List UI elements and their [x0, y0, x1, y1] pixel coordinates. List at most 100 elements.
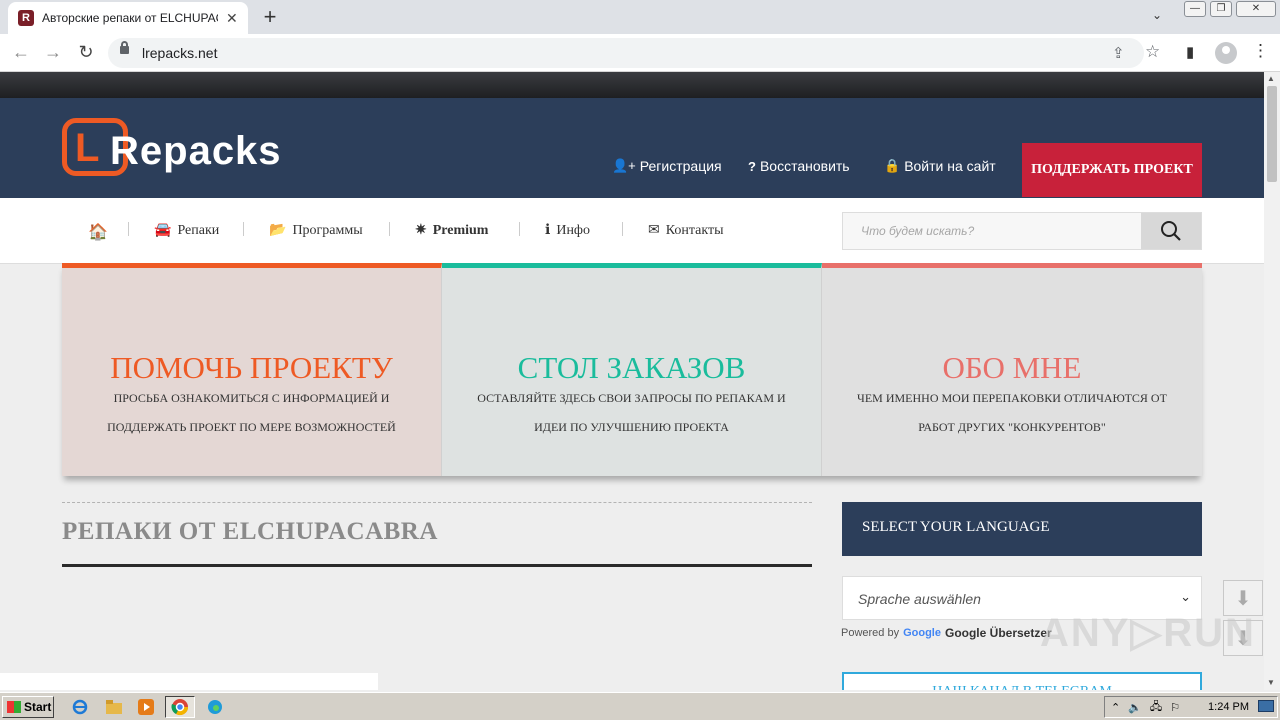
edge-icon[interactable] — [203, 696, 227, 718]
login-link[interactable]: 🔒 Войти на сайт — [884, 158, 996, 174]
bookmark-star-icon[interactable]: ☆ — [1145, 42, 1160, 62]
flag-icon[interactable]: ⚐ — [1170, 701, 1180, 714]
search-button[interactable] — [1141, 213, 1201, 249]
browser-toolbar: ← → ↻ lrepacks.net ⇪ ☆ ▮ ⋮ — [0, 34, 1280, 72]
site-search — [842, 212, 1202, 250]
tab-close-icon[interactable]: ✕ — [226, 10, 238, 27]
nav-programs[interactable]: 📂 Программы — [269, 222, 363, 239]
nav-divider — [243, 222, 244, 236]
tray-expand-icon[interactable]: ⌃ — [1111, 701, 1120, 714]
new-tab-button[interactable]: + — [258, 5, 282, 29]
section-underline — [62, 564, 812, 567]
logo-mark-letter: L — [75, 126, 100, 170]
logo-text: Repacks — [110, 128, 282, 173]
restore-button[interactable]: ❐ — [1210, 1, 1232, 17]
file-explorer-icon[interactable] — [102, 696, 126, 718]
translator-link[interactable]: Google Übersetzer — [945, 626, 1052, 640]
anyrun-watermark: ANY▷RUN — [1040, 611, 1256, 655]
minimize-button[interactable]: — — [1184, 1, 1206, 17]
web-page: L Repacks 👤+ Регистрация ? Восстановить … — [0, 72, 1264, 690]
envelope-icon: ✉ — [648, 223, 660, 238]
nav-divider — [622, 222, 623, 236]
side-panel-icon[interactable]: ▮ — [1186, 43, 1194, 61]
page-footer-strip — [0, 673, 378, 690]
search-input[interactable] — [843, 213, 1141, 249]
site-favicon-icon: R — [18, 10, 34, 26]
chrome-menu-icon[interactable]: ⋮ — [1252, 41, 1269, 61]
lock-icon[interactable] — [120, 41, 129, 54]
section-title: РЕПАКИ ОТ ELCHUPACABRA — [62, 518, 438, 545]
order-desk-text: ОСТАВЛЯЙТЕ ЗДЕСЬ СВОИ ЗАПРОСЫ ПО РЕПАКАМ… — [477, 391, 786, 434]
home-icon: 🏠 — [88, 224, 108, 241]
order-desk-box[interactable]: СТОЛ ЗАКАЗОВ ОСТАВЛЯЙТЕ ЗДЕСЬ СВОИ ЗАПРО… — [442, 263, 822, 476]
site-top-bar — [0, 72, 1264, 98]
media-player-icon[interactable] — [134, 696, 158, 718]
window-controls: — ❐ ✕ — [1184, 1, 1276, 17]
share-icon[interactable]: ⇪ — [1112, 44, 1125, 62]
scroll-up-icon[interactable]: ▲ — [1267, 74, 1275, 83]
nav-info[interactable]: ℹ Инфо — [545, 222, 590, 239]
profile-avatar-icon[interactable] — [1215, 42, 1237, 64]
search-icon — [1161, 221, 1181, 241]
language-widget-title: SELECT YOUR LANGUAGE — [842, 502, 1202, 556]
user-plus-icon: 👤+ — [612, 158, 636, 173]
question-icon: ? — [748, 158, 756, 174]
chrome-taskbar-icon[interactable] — [165, 696, 195, 718]
address-bar[interactable]: lrepacks.net ⇪ ☆ — [108, 38, 1160, 68]
nav-divider — [128, 222, 129, 236]
tab-search-chevron-icon[interactable]: ⌄ — [1152, 8, 1162, 22]
google-logo-icon: Google — [903, 627, 941, 639]
login-label: Войти на сайт — [904, 158, 996, 174]
about-me-title: ОБО МНЕ — [942, 350, 1082, 385]
system-tray: ⌃ 🔈 🖧 ⚐ 1:24 PM — [1104, 696, 1278, 718]
telegram-channel-button[interactable]: НАШ КАНАЛ В TELEGRAM — [842, 672, 1202, 690]
internet-explorer-icon[interactable] — [68, 696, 92, 718]
clock[interactable]: 1:24 PM — [1208, 701, 1249, 713]
info-icon: ℹ — [545, 223, 551, 238]
nav-contacts[interactable]: ✉ Контакты — [648, 222, 724, 239]
puzzle-icon: ✷ — [415, 223, 427, 238]
url-text[interactable]: lrepacks.net — [142, 45, 217, 61]
order-desk-title: СТОЛ ЗАКАЗОВ — [517, 350, 746, 385]
nav-repacks-label: Репаки — [177, 222, 220, 238]
scroll-down-icon[interactable]: ▼ — [1267, 678, 1275, 687]
page-scrollbar[interactable]: ▲ ▼ — [1264, 72, 1280, 690]
restore-label: Восстановить — [759, 158, 850, 174]
close-window-button[interactable]: ✕ — [1236, 1, 1276, 17]
register-link[interactable]: 👤+ Регистрация — [612, 158, 722, 174]
show-desktop-icon[interactable] — [1258, 700, 1274, 712]
site-logo[interactable]: L Repacks — [62, 118, 282, 176]
windows-taskbar: Start ⌃ 🔈 🖧 ⚐ 1:24 PM — [0, 692, 1280, 720]
start-button[interactable]: Start — [2, 696, 54, 718]
nav-repacks[interactable]: 🚘 Репаки — [154, 222, 219, 239]
nav-home[interactable]: 🏠 — [88, 222, 114, 242]
about-me-text: ЧЕМ ИМЕННО МОИ ПЕРЕПАКОВКИ ОТЛИЧАЮТСЯ ОТ… — [857, 391, 1167, 434]
section-divider — [62, 502, 812, 503]
powered-by-label: Powered by — [841, 627, 900, 639]
nav-divider — [389, 222, 390, 236]
help-project-box[interactable]: ПОМОЧЬ ПРОЕКТУ ПРОСЬБА ОЗНАКОМИТЬСЯ С ИН… — [62, 263, 442, 476]
start-label: Start — [24, 700, 52, 714]
main-nav: 🏠 🚘 Репаки 📂 Программы ✷ Premium ℹ Инфо … — [0, 198, 1264, 264]
nav-premium[interactable]: ✷ Premium — [415, 222, 488, 239]
about-me-box[interactable]: ОБО МНЕ ЧЕМ ИМЕННО МОИ ПЕРЕПАКОВКИ ОТЛИЧ… — [822, 263, 1202, 476]
nav-contacts-label: Контакты — [665, 222, 724, 238]
back-arrow-icon[interactable]: ← — [10, 42, 32, 63]
folder-open-icon: 📂 — [269, 223, 287, 238]
tab-title: Авторские репаки от ELCHUPACABRA — [42, 11, 218, 25]
nav-info-label: Инфо — [556, 222, 591, 238]
forward-arrow-icon[interactable]: → — [42, 42, 64, 63]
volume-icon[interactable]: 🔈 — [1128, 701, 1142, 714]
reload-icon[interactable]: ↻ — [75, 42, 97, 63]
support-project-button[interactable]: ПОДДЕРЖАТЬ ПРОЕКТ — [1022, 143, 1202, 197]
browser-tab[interactable]: R Авторские репаки от ELCHUPACABRA ✕ — [8, 2, 248, 34]
help-project-title: ПОМОЧЬ ПРОЕКТУ — [110, 350, 393, 385]
chevron-down-icon: ⌄ — [1180, 589, 1191, 604]
site-header: L Repacks 👤+ Регистрация ? Восстановить … — [0, 98, 1264, 198]
restore-link[interactable]: ? Восстановить — [748, 158, 850, 174]
network-icon[interactable]: 🖧 — [1150, 698, 1162, 717]
car-icon: 🚘 — [154, 223, 172, 238]
feature-boxes: ПОМОЧЬ ПРОЕКТУ ПРОСЬБА ОЗНАКОМИТЬСЯ С ИН… — [62, 263, 1202, 476]
scroll-thumb[interactable] — [1267, 86, 1277, 182]
nav-premium-label: Premium — [432, 222, 489, 238]
